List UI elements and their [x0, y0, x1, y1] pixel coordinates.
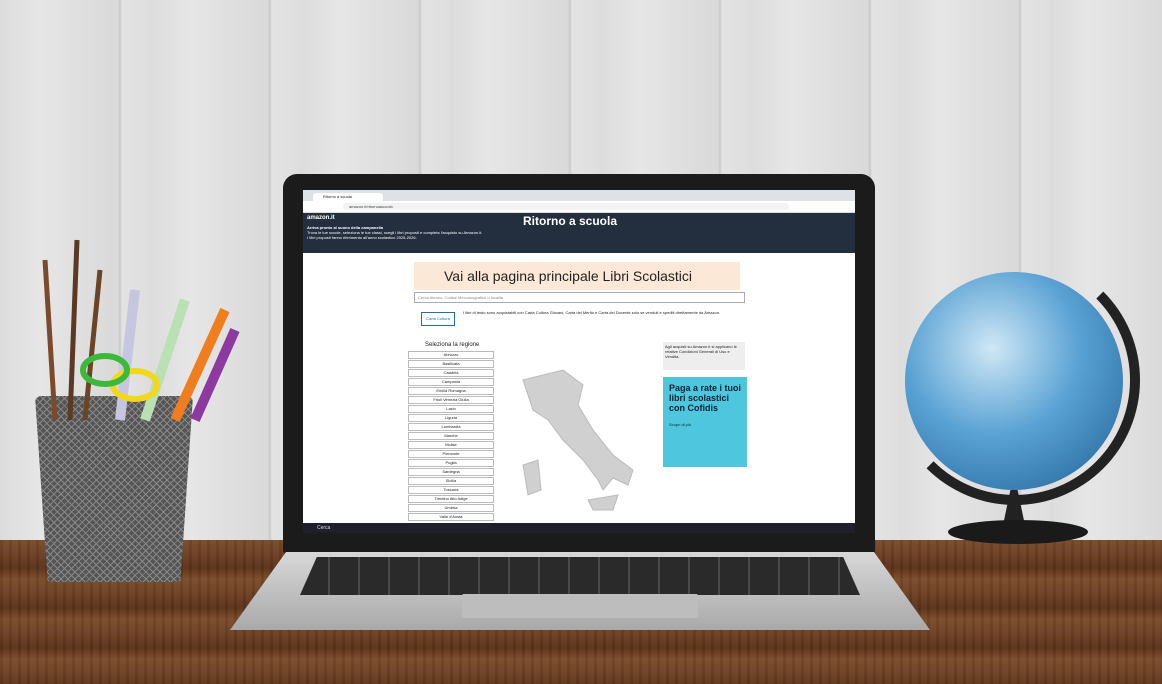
region-button[interactable]: Umbria	[408, 504, 494, 512]
touchpad	[462, 594, 698, 618]
region-button[interactable]: Valle d'Aosta	[408, 513, 494, 521]
info-text: I libri di testo sono acquistabili con C…	[463, 310, 721, 315]
region-title: Seleziona la regione	[425, 342, 480, 348]
italy-map[interactable]	[503, 360, 653, 530]
header-subtitle: Arriva pronto al suono della campanella …	[307, 225, 482, 240]
taskbar-search[interactable]: Cerca	[317, 525, 330, 531]
ad-link[interactable]: Scopri di più	[669, 422, 691, 427]
region-button[interactable]: Molise	[408, 441, 494, 449]
conditions-note: Agli acquisti su Amazon.it si applicano …	[663, 342, 745, 370]
carta-badge: Carta Cultura	[421, 312, 455, 326]
address-bar: amazon.it/ritornoascuola	[303, 201, 855, 213]
region-button[interactable]: Sardegna	[408, 468, 494, 476]
region-button[interactable]: Marche	[408, 432, 494, 440]
photo-scene: Ritorno a scuola amazon.it/ritornoascuol…	[0, 0, 1162, 684]
region-button[interactable]: Lombardia	[408, 423, 494, 431]
region-button[interactable]: Sicilia	[408, 477, 494, 485]
keyboard	[300, 557, 860, 595]
page-header: amazon.it Ritorno a scuola Arriva pronto…	[303, 213, 855, 253]
region-button[interactable]: Toscana	[408, 486, 494, 494]
ad-title: Paga a rate i tuoi libri scolastici con …	[669, 383, 742, 413]
page-title: Ritorno a scuola	[523, 214, 618, 228]
region-button[interactable]: Abruzzo	[408, 351, 494, 359]
region-button[interactable]: Puglia	[408, 459, 494, 467]
region-button[interactable]: Liguria	[408, 414, 494, 422]
amazon-logo[interactable]: amazon.it	[307, 215, 335, 221]
pencils-svg	[42, 239, 240, 423]
search-input[interactable]: Cerca Ateneo, Codice Meccanografico o lo…	[414, 292, 745, 303]
globe-stand	[948, 520, 1088, 544]
cofidis-ad[interactable]: Paga a rate i tuoi libri scolastici con …	[663, 377, 747, 467]
region-button[interactable]: Friuli Venezia Giulia	[408, 396, 494, 404]
region-button[interactable]: Calabria	[408, 369, 494, 377]
header-sub-line-3: I libri proposti fanno riferimento all'a…	[307, 235, 417, 240]
globe-arc	[890, 255, 1140, 505]
banner-title: Vai alla pagina principale Libri Scolast…	[444, 268, 692, 284]
url-field[interactable]: amazon.it/ritornoascuola	[343, 203, 789, 210]
browser-tabbar: Ritorno a scuola	[303, 190, 855, 201]
banner-libri-scolastici[interactable]: Vai alla pagina principale Libri Scolast…	[414, 262, 740, 290]
region-button[interactable]: Basilicata	[408, 360, 494, 368]
windows-taskbar: Cerca	[303, 523, 855, 533]
region-button[interactable]: Emilia Romagna	[408, 387, 494, 395]
browser-tab[interactable]: Ritorno a scuola	[313, 193, 383, 201]
region-list: Abruzzo Basilicata Calabria Campania Emi…	[408, 351, 494, 522]
region-button[interactable]: Lazio	[408, 405, 494, 413]
region-button[interactable]: Trentino Alto Adige	[408, 495, 494, 503]
region-button[interactable]: Campania	[408, 378, 494, 386]
laptop-screen: Ritorno a scuola amazon.it/ritornoascuol…	[303, 190, 855, 533]
region-button[interactable]: Piemonte	[408, 450, 494, 458]
